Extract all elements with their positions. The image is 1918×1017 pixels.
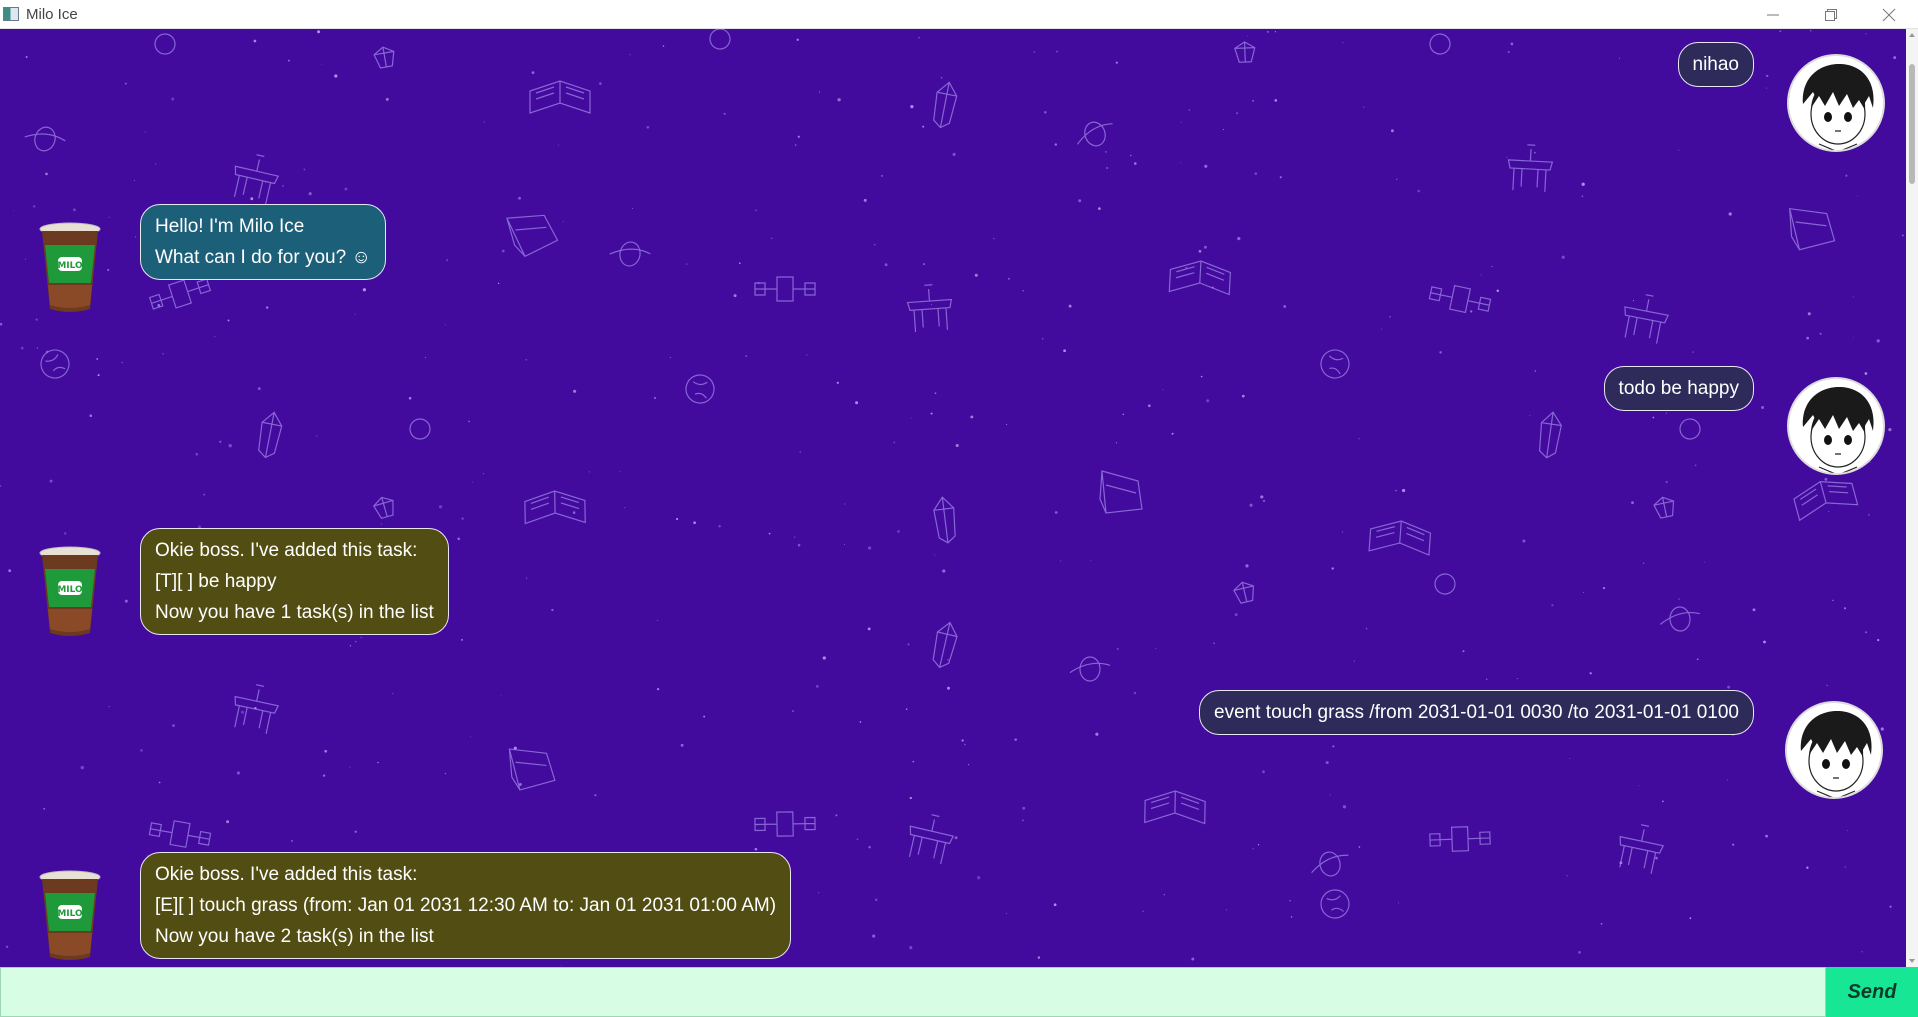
message-input[interactable] [0,967,1826,1017]
space-doodle-background [0,29,1904,967]
chat-area[interactable]: nihao MILO Hello! I'm Milo Ice What can … [0,29,1906,967]
user-avatar [1787,54,1885,152]
send-button[interactable]: Send [1826,967,1918,1017]
bot-message-bubble: Okie boss. I've added this task: [T][ ] … [140,528,449,635]
user-message-bubble: todo be happy [1603,366,1754,411]
close-button[interactable] [1860,0,1918,29]
scroll-up-arrow-icon[interactable] [1909,33,1915,37]
message-line: nihao [1692,54,1740,75]
message-line: Okie boss. I've added this task: [155,864,418,885]
message-line: Now you have 1 task(s) in the list [155,602,434,623]
user-avatar [1787,377,1885,475]
scroll-down-arrow-icon[interactable] [1909,959,1915,963]
bot-avatar-milo-cup: MILO [38,545,102,637]
restore-icon [1825,8,1837,21]
user-message-bubble: event touch grass /from 2031-01-01 0030 … [1199,690,1754,735]
restore-button[interactable] [1802,0,1860,29]
message-line: event touch grass /from 2031-01-01 0030 … [1214,702,1739,723]
minimize-icon [1767,14,1779,15]
user-avatar [1785,701,1883,799]
message-line: todo be happy [1618,378,1739,399]
svg-text:MILO: MILO [57,585,83,595]
app-icon [3,7,19,21]
message-line: Okie boss. I've added this task: [155,540,418,561]
message-line: Now you have 2 task(s) in the list [155,926,434,947]
svg-text:MILO: MILO [57,261,83,271]
window-title: Milo Ice [26,5,78,23]
message-line: Hello! I'm Milo Ice [155,216,305,237]
title-bar: Milo Ice [0,0,1918,29]
bot-avatar-milo-cup: MILO [38,869,102,961]
bot-message-bubble: Okie boss. I've added this task: [E][ ] … [140,852,792,959]
chat-scrollbar[interactable] [1906,29,1918,967]
scrollbar-thumb[interactable] [1909,64,1915,184]
close-icon [1882,8,1896,21]
svg-text:MILO: MILO [57,909,83,919]
user-message-bubble: nihao [1677,42,1754,87]
bot-message-bubble: Hello! I'm Milo Ice What can I do for yo… [140,204,386,280]
bot-avatar-milo-cup: MILO [38,221,102,313]
message-line: [T][ ] be happy [155,571,277,592]
message-line: What can I do for you? ☺ [155,247,371,268]
message-line: [E][ ] touch grass (from: Jan 01 2031 12… [155,895,777,916]
minimize-button[interactable] [1744,0,1802,29]
